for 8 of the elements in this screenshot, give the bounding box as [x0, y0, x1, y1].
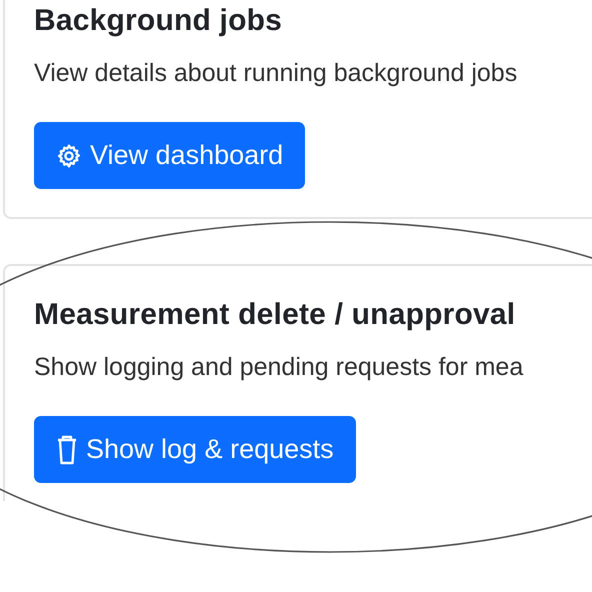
trash-icon — [56, 434, 78, 464]
card-title: Background jobs — [34, 3, 284, 39]
card-description: Show logging and pending requests for mea — [34, 352, 524, 382]
card-description: View details about running background jobs — [34, 58, 518, 88]
gear-icon — [56, 142, 82, 168]
card-title: Measurement delete / unapproval — [34, 297, 516, 333]
action-button[interactable]: View dashboard — [34, 122, 306, 189]
action-button[interactable]: Show log & requests — [34, 416, 356, 483]
